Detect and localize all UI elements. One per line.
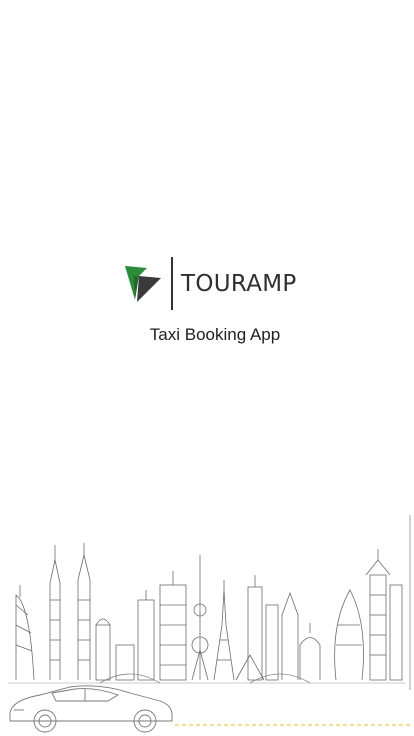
touramp-logo-icon — [125, 266, 161, 302]
brand-logo: TOURAMP — [0, 254, 414, 314]
logo-divider — [171, 257, 173, 310]
brand-name: TOURAMP — [181, 271, 297, 297]
city-skyline-illustration — [8, 515, 411, 733]
splash-screen: TOURAMP Taxi Booking App — [0, 0, 414, 736]
app-tagline: Taxi Booking App — [149, 325, 281, 344]
sedan-sketch-icon — [9, 685, 173, 733]
